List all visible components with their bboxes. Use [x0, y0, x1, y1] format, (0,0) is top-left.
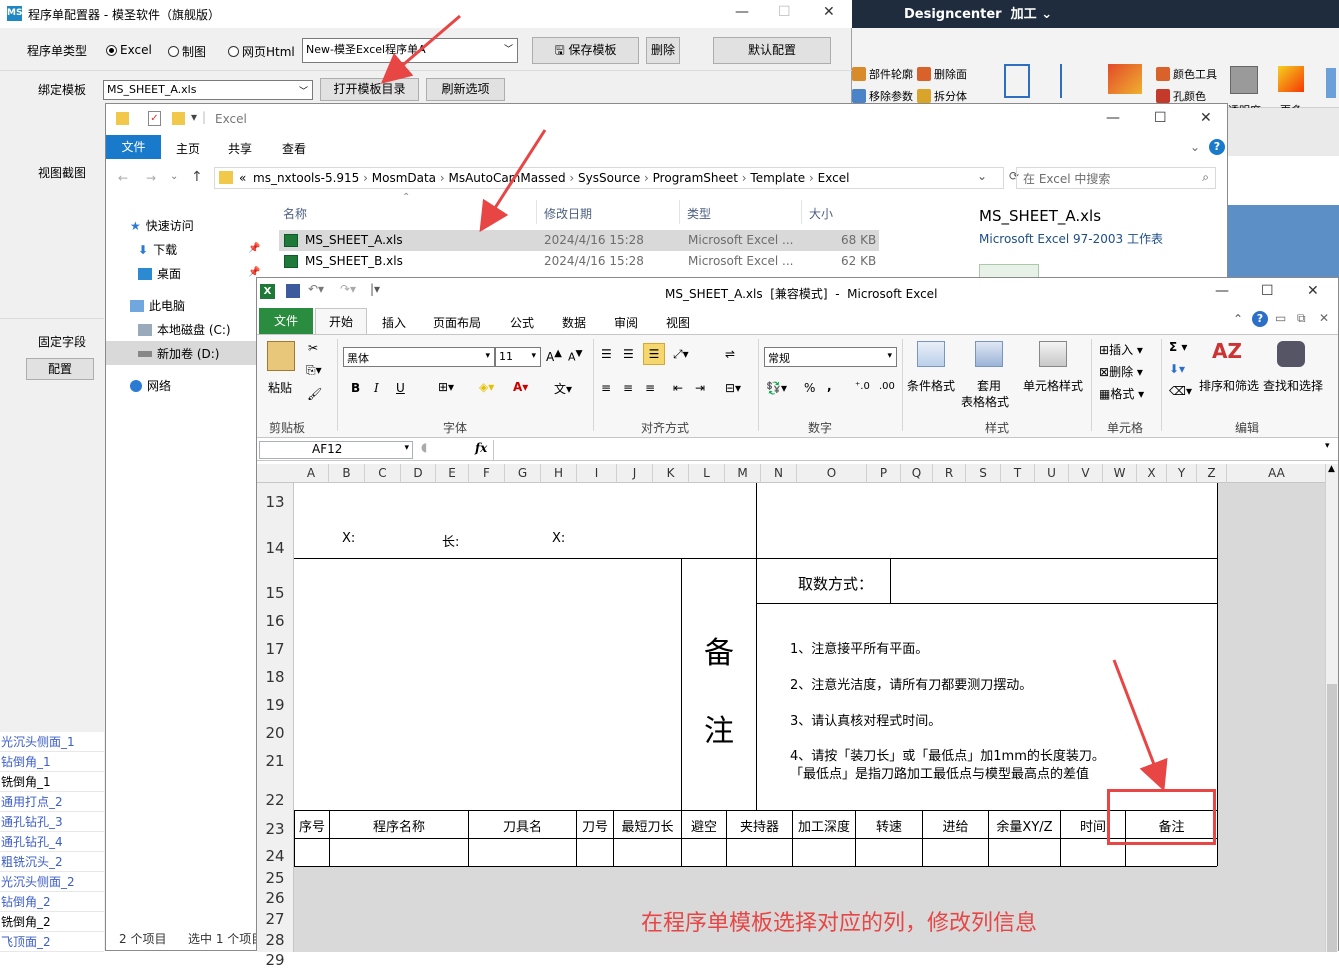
- arrow-to-remark-column: [1112, 659, 1168, 792]
- row-header[interactable]: 29: [257, 951, 293, 969]
- arrow-to-open-dir: [380, 14, 461, 84]
- highlight-box: [1107, 789, 1216, 845]
- annotation-caption: 在程序单模板选择对应的列，修改列信息: [641, 911, 1038, 936]
- arrow-to-template-file: [479, 129, 547, 233]
